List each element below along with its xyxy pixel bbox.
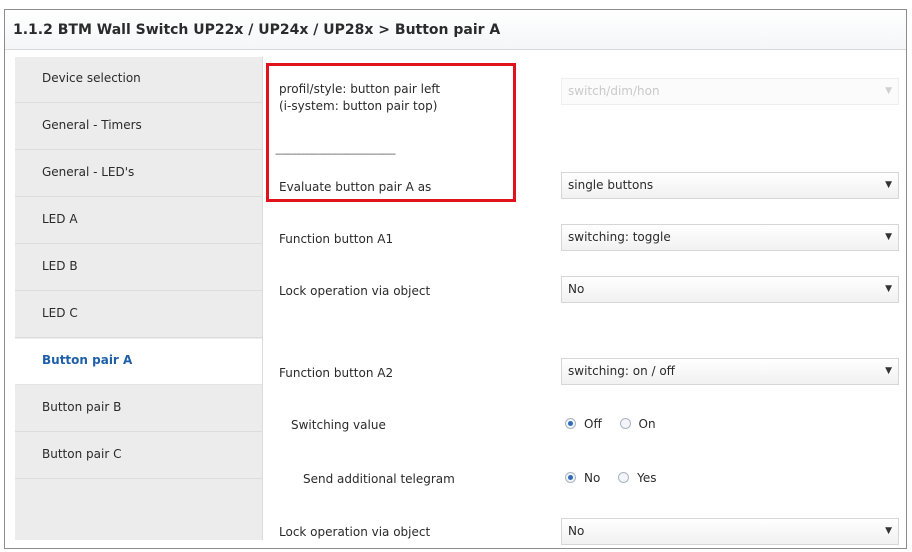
chevron-down-icon: ▼: [885, 284, 892, 294]
function-a1-label: Function button A1: [279, 232, 394, 246]
lock-operation-label: Lock operation via object: [279, 284, 431, 298]
radio-no-label[interactable]: No: [584, 471, 600, 485]
radio-off[interactable]: [565, 418, 576, 429]
evaluate-select[interactable]: single buttons ▼: [561, 172, 899, 199]
function-a2-select-value: switching: on / off: [568, 364, 675, 378]
function-a1-select-value: switching: toggle: [568, 230, 671, 244]
sidebar-item-led-b[interactable]: LED B: [15, 245, 262, 291]
profile-select-value: switch/dim/hon: [568, 84, 660, 98]
lock-operation-select-value: No: [568, 282, 585, 296]
send-telegram-radio-group: No Yes: [565, 471, 671, 485]
radio-on[interactable]: [619, 418, 631, 429]
function-a2-label: Function button A2: [279, 366, 394, 380]
chevron-down-icon: ▼: [885, 526, 892, 536]
chevron-down-icon: ▼: [885, 86, 892, 96]
chevron-down-icon: ▼: [885, 366, 892, 376]
radio-yes[interactable]: [618, 472, 630, 483]
lock-operation-2-select-value: No: [568, 524, 585, 538]
sidebar-item-led-c[interactable]: LED C: [15, 292, 262, 338]
lock-operation-2-select[interactable]: No ▼: [561, 518, 899, 545]
page-title: 1.1.2 BTM Wall Switch UP22x / UP24x / UP…: [5, 10, 906, 50]
sidebar: Device selection General - Timers Genera…: [15, 57, 263, 540]
highlight-box: [266, 63, 516, 202]
evaluate-select-value: single buttons: [568, 178, 654, 192]
lock-operation-2-label: Lock operation via object: [279, 525, 431, 539]
sidebar-item-device-selection[interactable]: Device selection: [15, 57, 262, 103]
chevron-down-icon: ▼: [885, 180, 892, 190]
radio-off-label[interactable]: Off: [584, 417, 602, 431]
sidebar-item-general-timers[interactable]: General - Timers: [15, 104, 262, 150]
chevron-down-icon: ▼: [885, 232, 892, 242]
radio-no[interactable]: [565, 472, 576, 483]
function-a2-select[interactable]: switching: on / off ▼: [561, 358, 899, 385]
profile-select: switch/dim/hon ▼: [561, 78, 899, 105]
radio-yes-label[interactable]: Yes: [637, 471, 656, 485]
sidebar-item-button-pair-a[interactable]: Button pair A: [15, 339, 262, 385]
radio-on-label[interactable]: On: [639, 417, 656, 431]
send-telegram-label: Send additional telegram: [303, 472, 455, 486]
switching-value-label: Switching value: [291, 418, 386, 432]
lock-operation-select[interactable]: No ▼: [561, 276, 899, 303]
sidebar-item-led-a[interactable]: LED A: [15, 198, 262, 244]
sidebar-item-button-pair-b[interactable]: Button pair B: [15, 386, 262, 432]
sidebar-item-button-pair-c[interactable]: Button pair C: [15, 433, 262, 479]
switching-value-radio-group: Off On: [565, 417, 670, 431]
function-a1-select[interactable]: switching: toggle ▼: [561, 224, 899, 251]
sidebar-item-general-leds[interactable]: General - LED's: [15, 151, 262, 197]
